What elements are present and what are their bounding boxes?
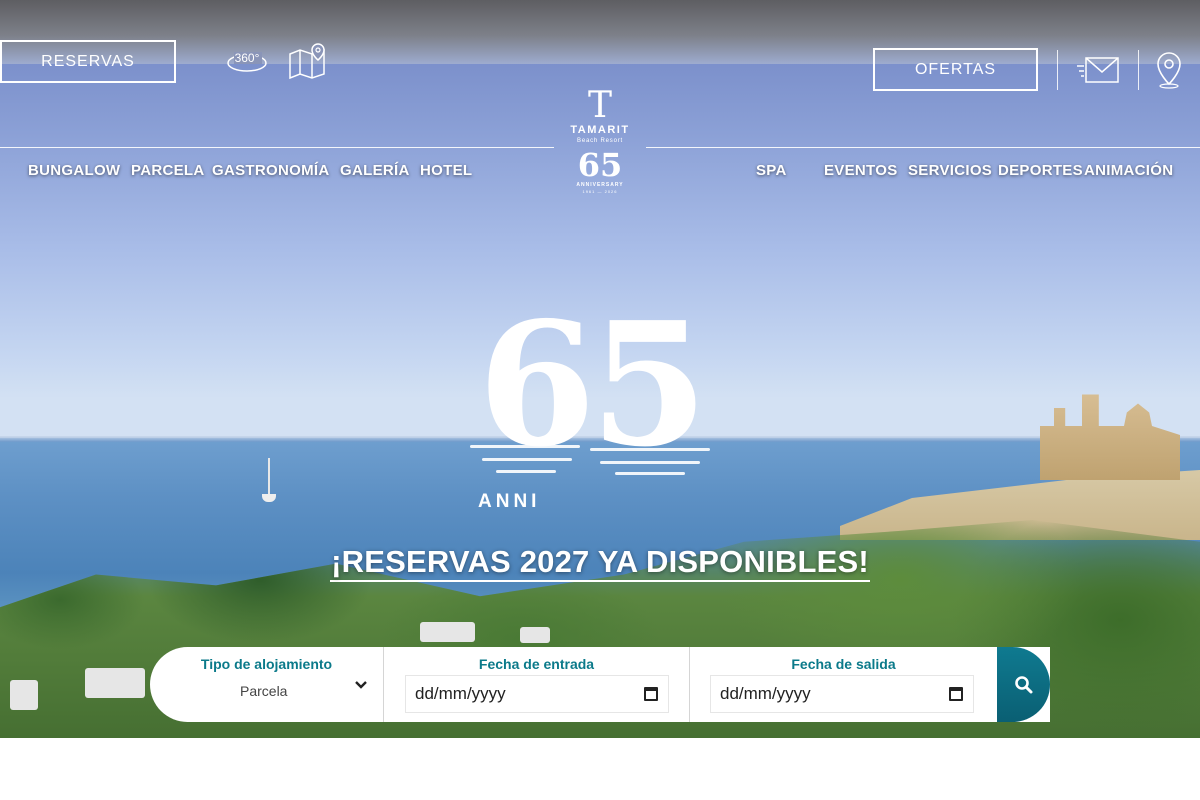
checkout-label: Fecha de salida (791, 656, 896, 672)
calendar-icon[interactable] (949, 687, 963, 701)
water-ripple (482, 458, 572, 461)
checkout-date-input[interactable]: dd/mm/yyyy (710, 675, 974, 713)
search-button[interactable] (997, 647, 1050, 722)
checkin-date-input[interactable]: dd/mm/yyyy (405, 675, 669, 713)
ofertas-button[interactable]: OFERTAS (873, 48, 1038, 91)
sailboat-mast (268, 458, 270, 496)
tamarit-logo[interactable]: T TAMARIT Beach Resort 65 ANNIVERSARY 19… (556, 86, 644, 204)
checkin-placeholder: dd/mm/yyyy (415, 684, 506, 703)
anniversary-partial-text: ANNI (478, 491, 541, 512)
caravan (520, 627, 550, 643)
divider (1057, 50, 1058, 90)
accommodation-type-label: Tipo de alojamiento (200, 656, 333, 672)
search-icon (1014, 675, 1032, 693)
accommodation-type-field[interactable]: Tipo de alojamiento Parcela (150, 647, 384, 722)
nav-item-animacion[interactable]: ANIMACIÓN (1084, 162, 1173, 179)
checkin-label: Fecha de entrada (478, 656, 595, 672)
water-ripple (600, 461, 700, 464)
booking-bar: Tipo de alojamiento Parcela Fecha de ent… (150, 647, 1050, 722)
360-label: 360° (235, 51, 260, 65)
mail-icon[interactable] (1076, 56, 1120, 84)
nav-item-spa[interactable]: SPA (756, 162, 787, 179)
nav-item-deportes[interactable]: DEPORTES (998, 162, 1083, 179)
calendar-icon[interactable] (644, 687, 658, 701)
nav-divider-left (0, 147, 554, 148)
map-icon[interactable] (288, 42, 328, 80)
logo-anniversary-text: ANNIVERSARY (576, 182, 624, 188)
logo-anniversary-number: 65 (577, 146, 623, 184)
water-ripple (590, 448, 710, 451)
nav-item-gastronomia[interactable]: GASTRONOMÍA (212, 162, 329, 179)
reservas-label: RESERVAS (41, 52, 135, 70)
booking-headline[interactable]: ¡RESERVAS 2027 YA DISPONIBLES! (330, 544, 870, 582)
location-pin-icon[interactable] (1154, 51, 1184, 89)
water-ripple (615, 472, 685, 475)
caravan (85, 668, 145, 698)
chevron-down-icon[interactable] (355, 677, 367, 693)
checkout-placeholder: dd/mm/yyyy (720, 684, 811, 703)
accommodation-type-value[interactable]: Parcela (240, 683, 287, 699)
nav-item-parcela[interactable]: PARCELA (131, 162, 205, 179)
nav-item-bungalow[interactable]: BUNGALOW (28, 162, 120, 179)
nav-item-servicios[interactable]: SERVICIOS (908, 162, 992, 179)
360-icon[interactable]: 360° (226, 44, 270, 76)
caravan (420, 622, 475, 642)
nav-divider-right (646, 147, 1200, 148)
checkout-date-field: Fecha de salida dd/mm/yyyy (690, 647, 997, 722)
nav-item-hotel[interactable]: HOTEL (420, 162, 472, 179)
logo-name: TAMARIT (570, 124, 630, 136)
water-ripple (470, 445, 580, 448)
water-ripple (496, 470, 556, 473)
logo-subtitle: Beach Resort (577, 138, 623, 144)
nav-item-galeria[interactable]: GALERÍA (340, 162, 410, 179)
castle (1040, 394, 1180, 480)
ofertas-label: OFERTAS (914, 60, 997, 78)
nav-item-eventos[interactable]: EVENTOS (824, 162, 898, 179)
reservas-button[interactable]: RESERVAS (0, 40, 176, 83)
caravan (10, 680, 38, 710)
logo-years: 1961 — 2026 (582, 189, 618, 194)
divider (1138, 50, 1139, 90)
logo-letter: T (587, 85, 612, 126)
checkin-date-field: Fecha de entrada dd/mm/yyyy (384, 647, 690, 722)
